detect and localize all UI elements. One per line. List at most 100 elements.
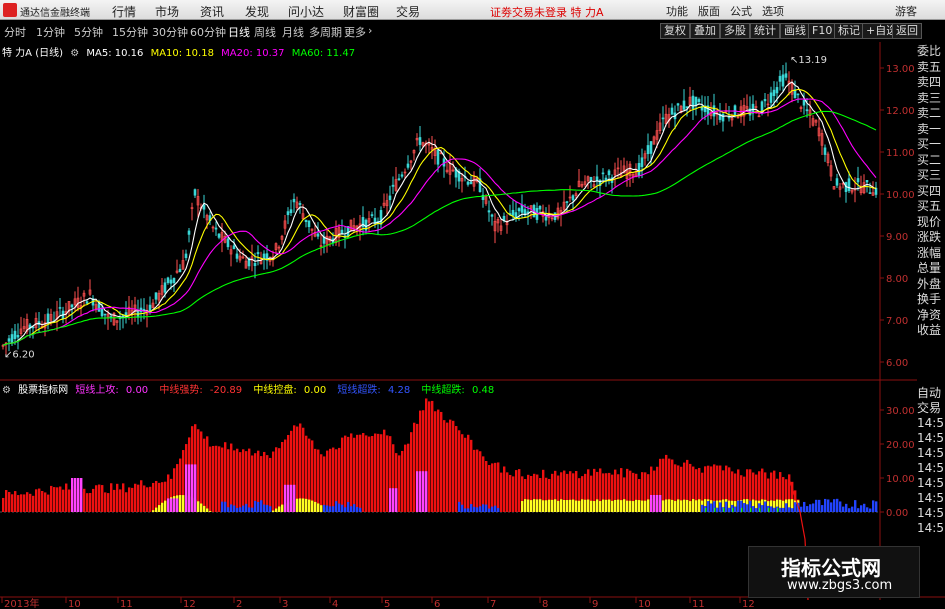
oversold-bar bbox=[476, 507, 479, 512]
strong-bar bbox=[455, 426, 458, 512]
side-panel-item[interactable]: 涨幅 bbox=[917, 246, 945, 262]
side-panel-item[interactable]: 卖三 bbox=[917, 91, 945, 107]
strong-bar bbox=[365, 435, 368, 512]
oversold-bar bbox=[254, 500, 257, 512]
chart-canvas[interactable]: 13.0012.0011.0010.009.008.007.006.00 30.… bbox=[0, 0, 945, 609]
side-panel-item[interactable]: 买五 bbox=[917, 199, 945, 215]
candle-body bbox=[436, 149, 440, 165]
strong-bar bbox=[149, 486, 152, 512]
indicator-name[interactable]: 股票指标网 bbox=[18, 385, 68, 396]
side-panel-item[interactable]: 交易 bbox=[917, 401, 945, 416]
attack-bar bbox=[653, 495, 656, 512]
gear-icon[interactable]: ⚙ bbox=[70, 48, 79, 59]
trade-side-panel[interactable]: 自动 交易 14:5 14:5 14:5 14:5 14:5 14:5 14:5 14:5 bbox=[917, 386, 945, 536]
candle-body bbox=[226, 238, 230, 248]
oversold-bar bbox=[794, 502, 797, 512]
candle-body bbox=[304, 219, 308, 223]
side-panel-item[interactable]: 买一 bbox=[917, 137, 945, 153]
quote-side-panel[interactable]: 委比 卖五 卖四 卖三 卖二 卖一 买一 买二 买三 买四 买五 现价 涨跌 涨幅 总量 外盘 换手 净资 收益 bbox=[917, 44, 945, 384]
time-tick-label: 4 bbox=[332, 599, 338, 609]
side-panel-item[interactable]: 卖四 bbox=[917, 75, 945, 91]
control-bar bbox=[689, 501, 692, 512]
strong-bar bbox=[329, 448, 332, 512]
candle-body bbox=[235, 253, 239, 259]
ma-line bbox=[2, 98, 877, 346]
side-panel-item[interactable]: 卖一 bbox=[917, 122, 945, 138]
side-panel-item[interactable]: 买三 bbox=[917, 168, 945, 184]
candle-body bbox=[589, 176, 593, 181]
strong-bar bbox=[497, 462, 500, 512]
side-panel-item[interactable]: 14:5 bbox=[917, 521, 945, 536]
side-panel-item[interactable]: 现价 bbox=[917, 215, 945, 231]
side-panel-item[interactable]: 14:5 bbox=[917, 476, 945, 491]
time-tick-label: 8 bbox=[542, 599, 548, 609]
strong-bar bbox=[407, 443, 410, 512]
side-panel-item[interactable]: 14:5 bbox=[917, 461, 945, 476]
strong-bar bbox=[368, 436, 371, 512]
oversold-bar bbox=[824, 498, 827, 512]
control-bar bbox=[695, 500, 698, 512]
strong-bar bbox=[488, 465, 491, 512]
strong-bar bbox=[344, 435, 347, 512]
control-bar bbox=[575, 500, 578, 512]
strong-bar bbox=[110, 483, 113, 512]
side-panel-item[interactable]: 买四 bbox=[917, 184, 945, 200]
control-bar bbox=[569, 499, 572, 512]
side-panel-item[interactable]: 买二 bbox=[917, 153, 945, 169]
side-panel-item[interactable]: 总量 bbox=[917, 261, 945, 277]
side-panel-item[interactable]: 净资 bbox=[917, 308, 945, 324]
stock-label[interactable]: 特 力A (日线) bbox=[2, 48, 63, 59]
control-bar bbox=[320, 505, 323, 512]
side-panel-item[interactable]: 换手 bbox=[917, 292, 945, 308]
oversold-bar bbox=[725, 501, 728, 512]
control-bar bbox=[584, 499, 587, 512]
candle-body bbox=[7, 338, 11, 342]
side-panel-item[interactable]: 卖五 bbox=[917, 60, 945, 76]
side-panel-item[interactable]: 自动 bbox=[917, 386, 945, 401]
control-bar bbox=[302, 498, 305, 512]
side-panel-item[interactable]: 委比 bbox=[917, 44, 945, 60]
attack-bar bbox=[173, 498, 176, 512]
attack-bar bbox=[656, 495, 659, 512]
attack-bar bbox=[191, 464, 194, 512]
gear-icon[interactable]: ⚙ bbox=[2, 385, 11, 396]
side-panel-item[interactable]: 14:5 bbox=[917, 506, 945, 521]
strong-bar bbox=[218, 446, 221, 512]
candle-body bbox=[10, 334, 14, 344]
side-panel-item[interactable]: 涨跌 bbox=[917, 230, 945, 246]
oversold-bar bbox=[872, 500, 875, 512]
side-panel-item[interactable]: 14:5 bbox=[917, 431, 945, 446]
time-tick-label: 7 bbox=[490, 599, 496, 609]
oversold-bar bbox=[809, 504, 812, 512]
side-panel-item[interactable]: 卖二 bbox=[917, 106, 945, 122]
attack-bar bbox=[416, 471, 419, 512]
oversold-bar bbox=[470, 504, 473, 512]
y-tick-label: 20.00 bbox=[886, 440, 915, 451]
time-tick-label: 10 bbox=[638, 599, 651, 609]
oversold-bar bbox=[779, 507, 782, 512]
candle-body bbox=[256, 252, 260, 255]
control-bar bbox=[614, 499, 617, 512]
control-bar bbox=[632, 501, 635, 512]
control-bar bbox=[674, 500, 677, 512]
side-panel-item[interactable]: 14:5 bbox=[917, 416, 945, 431]
strong-bar bbox=[461, 434, 464, 512]
strong-bar bbox=[443, 420, 446, 512]
candle-body bbox=[697, 99, 701, 102]
oversold-bar bbox=[701, 504, 704, 512]
candle-body bbox=[805, 109, 809, 112]
indicator-label: 中线控盘: bbox=[253, 385, 297, 396]
strong-bar bbox=[446, 422, 449, 512]
strong-bar bbox=[428, 401, 431, 512]
strong-bar bbox=[236, 448, 239, 512]
strong-bar bbox=[14, 491, 17, 512]
side-panel-item[interactable]: 收益 bbox=[917, 323, 945, 339]
side-panel-item[interactable]: 14:5 bbox=[917, 491, 945, 506]
side-panel-item[interactable]: 外盘 bbox=[917, 277, 945, 293]
indicator-label: 中线强势: bbox=[159, 385, 203, 396]
side-panel-item[interactable]: 14:5 bbox=[917, 446, 945, 461]
control-bar bbox=[554, 499, 557, 512]
candle-body bbox=[253, 262, 257, 267]
oversold-bar bbox=[494, 505, 497, 512]
strong-bar bbox=[32, 495, 35, 512]
